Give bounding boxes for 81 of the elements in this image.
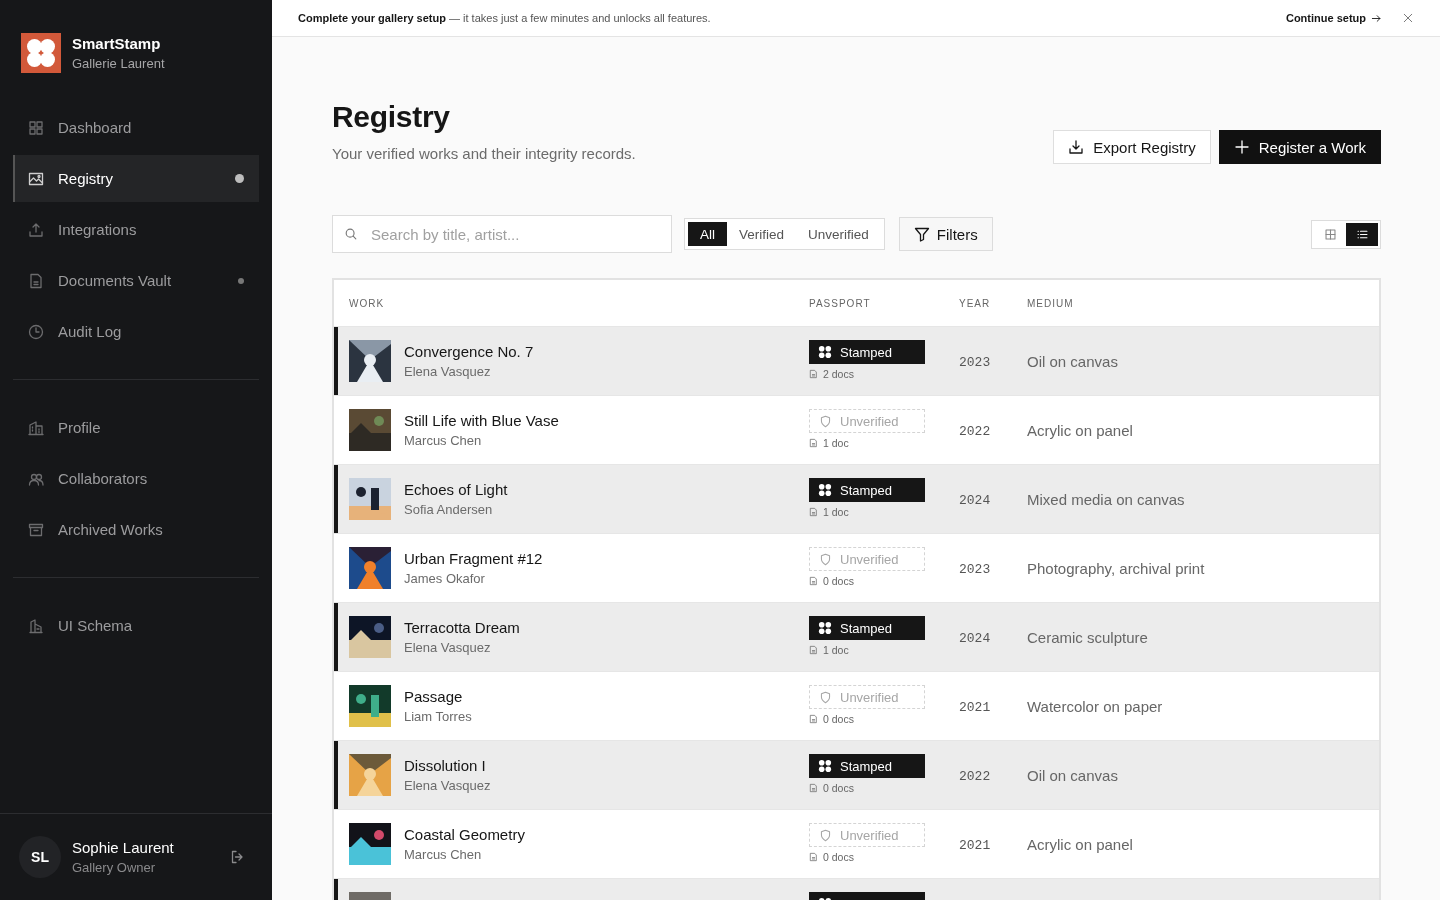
filter-tab[interactable]: Verified — [727, 222, 797, 246]
sidebar-item[interactable]: Audit Log — [13, 308, 259, 355]
year-cell: 2023 — [959, 354, 991, 370]
column-header: WORK — [349, 297, 386, 309]
artist-name: Elena Vasquez — [404, 640, 492, 655]
page-title: Registry — [332, 100, 451, 134]
setup-message: Complete your gallery setup — it takes just a few minutes and unlocks all features. — [298, 12, 712, 24]
medium-cell: Acrylic on panel — [1027, 835, 1133, 853]
stamped-badge: Stamped — [809, 754, 925, 778]
work-title: Passage — [404, 688, 464, 705]
table-row[interactable]: Echoes of Light Sofia Andersen Stamped 1 doc 2024 Mixed media on canvas — [334, 465, 1379, 534]
year-cell: 2023 — [959, 561, 991, 577]
gallery-name: Gallerie Laurent — [72, 56, 165, 71]
work-title: Still Life with Blue Vase — [404, 412, 559, 429]
year-cell: 2024 — [959, 630, 991, 646]
table-row[interactable]: Dissolution I Elena Vasquez Stamped 0 docs 2022 Oil on canvas — [334, 741, 1379, 810]
medium-cell: Watercolor on paper — [1027, 697, 1163, 715]
doc-count: 0 docs — [823, 575, 854, 587]
sidebar-item[interactable]: Profile — [13, 404, 259, 451]
sidebar-item[interactable]: Documents Vault — [13, 257, 259, 304]
column-header: YEAR — [959, 297, 992, 309]
artist-name: Marcus Chen — [404, 433, 483, 448]
medium-cell: Acrylic on panel — [1027, 421, 1133, 439]
artist-name: Elena Vasquez — [404, 364, 492, 379]
column-header: PASSPORT — [809, 297, 872, 309]
table-row[interactable]: Terracotta Dream Elena Vasquez Stamped 1 doc 2024 Ceramic sculpture — [334, 603, 1379, 672]
filter-tab[interactable]: Unverified — [796, 222, 881, 246]
year-cell: 2022 — [959, 768, 991, 784]
year-cell: 2021 — [959, 699, 991, 715]
work-title: Coastal Geometry — [404, 826, 525, 843]
doc-count: 0 docs — [823, 782, 854, 794]
sidebar-item[interactable]: Integrations — [13, 206, 259, 253]
medium-cell: Photography, archival print — [1027, 559, 1205, 577]
work-title: Dissolution I — [404, 757, 487, 774]
medium-cell: Oil on canvas — [1027, 766, 1118, 784]
stamped-badge: Stamped — [809, 616, 925, 640]
table-row[interactable]: Convergence No. 7 Elena Vasquez Stamped 2 docs 2023 Oil on canvas — [334, 327, 1379, 396]
doc-count: 1 doc — [823, 437, 849, 449]
medium-cell: Ceramic sculpture — [1027, 628, 1148, 646]
stamped-badge: Stamped — [809, 478, 925, 502]
user-name: Sophie Laurent — [72, 839, 175, 856]
doc-count: 0 docs — [823, 851, 854, 863]
work-title: Terracotta Dream — [404, 619, 520, 636]
artist-name: Liam Torres — [404, 709, 472, 724]
doc-count: 2 docs — [823, 368, 854, 380]
artist-name: Marcus Chen — [404, 847, 483, 862]
year-cell: 2021 — [959, 837, 991, 853]
unverified-badge: Unverified — [809, 547, 925, 571]
medium-cell: Mixed media on canvas — [1027, 490, 1185, 508]
register-button[interactable]: Register a Work — [1218, 130, 1381, 164]
medium-cell: Oil on canvas — [1027, 352, 1118, 370]
sidebar-item[interactable]: UI Schema — [13, 602, 259, 649]
continue-setup-link[interactable]: Continue setup — [1285, 12, 1382, 24]
year-cell: 2022 — [959, 423, 991, 439]
user-avatar: SL — [19, 836, 61, 878]
unverified-badge: Unverified — [809, 685, 925, 709]
unverified-badge: Unverified — [809, 823, 925, 847]
filter-tab[interactable]: All — [688, 222, 727, 246]
doc-count: 1 doc — [823, 506, 849, 518]
search-field[interactable]: Search by title, artist... — [332, 215, 672, 253]
brand-name: SmartStamp — [72, 35, 162, 52]
sidebar-item[interactable]: Registry — [13, 155, 259, 202]
user-role: Gallery Owner — [72, 860, 157, 875]
filters-button[interactable]: Filters — [898, 217, 993, 251]
work-title: Convergence No. 7 — [404, 343, 534, 360]
page-subtitle: Your verified works and their integrity records. — [332, 145, 637, 162]
artist-name: Sofia Andersen — [404, 502, 494, 517]
doc-count: 1 doc — [823, 644, 849, 656]
work-title: Urban Fragment #12 — [404, 550, 543, 567]
doc-count: 0 docs — [823, 713, 854, 725]
sidebar-item[interactable]: Archived Works — [13, 506, 259, 553]
stamped-badge: Stamped — [809, 340, 925, 364]
unverified-badge: Unverified — [809, 409, 925, 433]
artist-name: Elena Vasquez — [404, 778, 491, 793]
sidebar-item[interactable]: Dashboard — [13, 104, 259, 151]
work-title: Echoes of Light — [404, 481, 508, 498]
sidebar-item[interactable]: Collaborators — [13, 455, 259, 502]
artist-name: James Okafor — [404, 571, 486, 586]
column-header: MEDIUM — [1027, 297, 1075, 309]
year-cell: 2024 — [959, 492, 991, 508]
export-button[interactable]: Export Registry — [1053, 130, 1211, 164]
